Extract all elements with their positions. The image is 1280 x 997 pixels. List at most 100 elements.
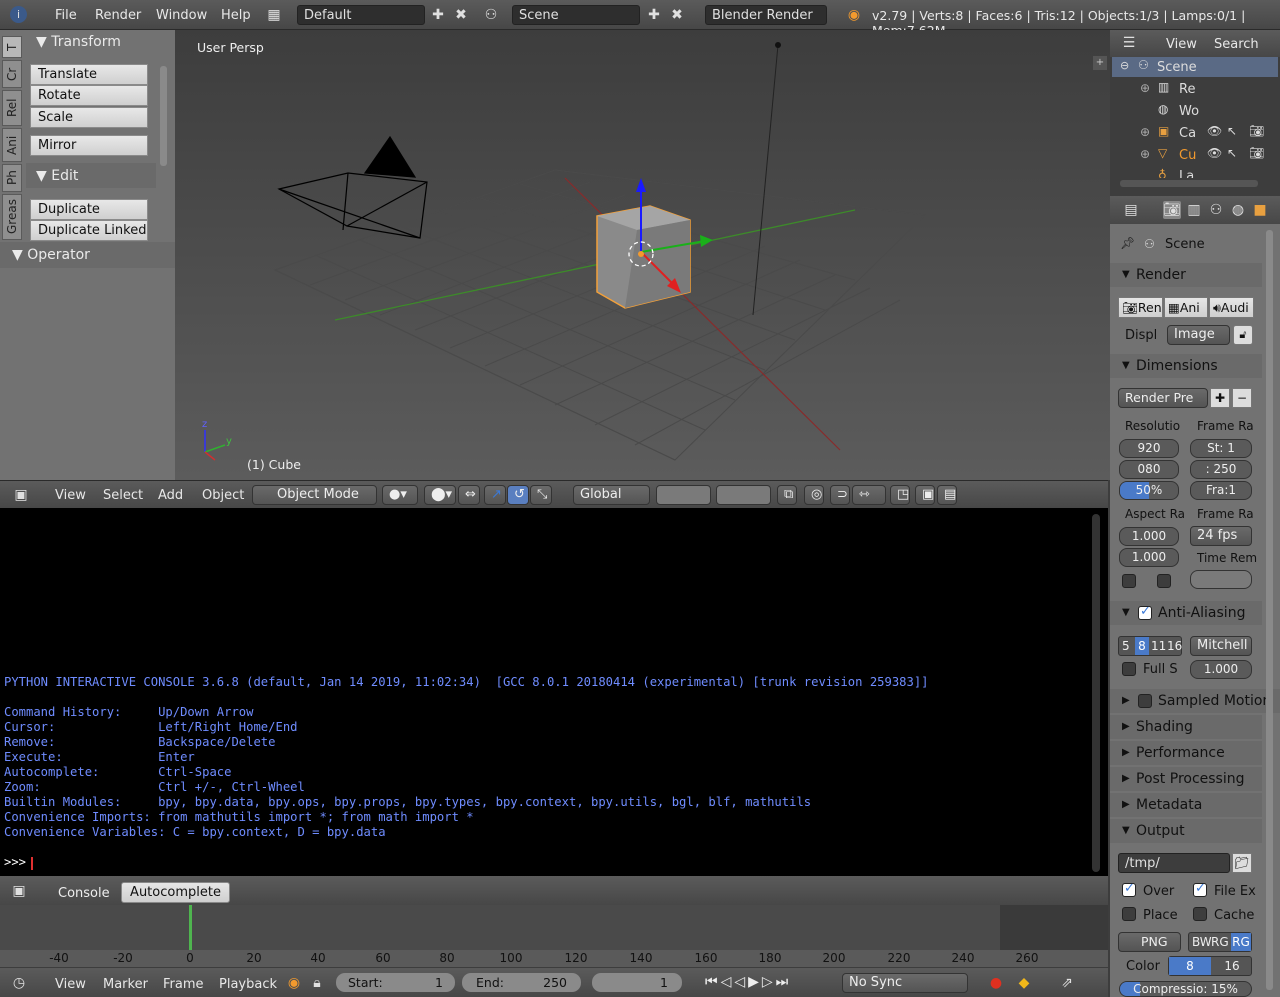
cursor-icon[interactable]: ↖: [1227, 146, 1237, 160]
keying-set-icon[interactable]: ◆: [1015, 974, 1033, 992]
crop-checkbox[interactable]: [1157, 574, 1171, 588]
outliner-scene-row[interactable]: ⊖ ⚇ Scene: [1112, 57, 1278, 77]
info-icon[interactable]: i: [10, 6, 27, 23]
scale-manipulator-icon[interactable]: ⤡: [530, 485, 552, 505]
outliner-item[interactable]: ◍ Wo: [1110, 100, 1280, 122]
metadata-panel-header[interactable]: ▶ Metadata: [1110, 793, 1262, 817]
pivot-select[interactable]: ⬤▾: [424, 485, 456, 505]
outliner-scrollbar[interactable]: [1120, 180, 1258, 187]
cache-result-checkbox[interactable]: [1193, 907, 1207, 921]
remove-layout-icon[interactable]: ✖: [452, 6, 470, 24]
translate-button[interactable]: Translate: [30, 64, 148, 85]
tab-physics[interactable]: Ph: [2, 164, 22, 192]
shading-panel-header[interactable]: ▶ Shading: [1110, 715, 1262, 739]
add-scene-icon[interactable]: ✚: [645, 6, 663, 24]
render-layers-tab-icon[interactable]: ▥: [1185, 201, 1203, 219]
properties-scrollbar[interactable]: [1266, 230, 1273, 990]
shading-select[interactable]: ●▾: [382, 485, 418, 505]
color-mode-bw[interactable]: BW: [1192, 935, 1212, 949]
render-tab-icon[interactable]: 📷︎: [1163, 201, 1181, 219]
current-frame-field[interactable]: 1: [592, 973, 682, 992]
render-animation-button[interactable]: ▦Ani: [1164, 297, 1208, 318]
output-panel-header[interactable]: ▼ Output: [1110, 819, 1262, 843]
proportional-edit-icon[interactable]: ◎: [804, 485, 824, 505]
color-depth-8[interactable]: 8: [1169, 957, 1211, 975]
rotate-button[interactable]: Rotate: [30, 85, 148, 106]
color-mode-group[interactable]: BW RG RG: [1188, 932, 1252, 952]
console-prompt[interactable]: >>>: [4, 855, 33, 869]
menu-frame[interactable]: Frame: [163, 977, 204, 992]
outliner-item[interactable]: ♁ La: [1110, 166, 1280, 178]
outliner-item[interactable]: ⊕ ▽ Cu 👁︎ ↖ 📷︎: [1110, 144, 1280, 166]
properties-editor-icon[interactable]: ▤: [1122, 201, 1140, 219]
add-layout-icon[interactable]: ✚: [429, 6, 447, 24]
python-console[interactable]: PYTHON INTERACTIVE CONSOLE 3.6.8 (defaul…: [0, 508, 1108, 876]
outliner-item[interactable]: ⊕ ▣ Ca 👁︎ ↖ 📷︎: [1110, 122, 1280, 144]
fps-select[interactable]: 24 fps: [1190, 526, 1252, 546]
aa-sample-5[interactable]: 5: [1122, 639, 1130, 653]
record-icon[interactable]: ◉: [285, 974, 303, 992]
overwrite-checkbox[interactable]: [1122, 881, 1136, 897]
sync-select[interactable]: No Sync: [842, 973, 968, 993]
cursor-icon[interactable]: ↖: [1227, 124, 1237, 138]
menu-view[interactable]: View: [55, 488, 86, 503]
edit-header[interactable]: ▼ Edit: [36, 168, 78, 184]
render-preview-icon[interactable]: ◳: [890, 485, 910, 505]
console-menu-console[interactable]: Console: [58, 886, 110, 901]
console-autocomplete-button[interactable]: Autocomplete: [121, 882, 230, 903]
end-frame-field[interactable]: End: 250: [462, 973, 581, 992]
render-lock-icon[interactable]: 🔓︎: [1233, 325, 1253, 345]
anti-aliasing-checkbox[interactable]: [1138, 604, 1152, 620]
lock-icon[interactable]: 🔒︎: [308, 974, 326, 992]
tab-animation[interactable]: Ani: [2, 128, 22, 162]
screen-layout-icon[interactable]: ▦: [265, 6, 283, 24]
mirror-button[interactable]: Mirror: [30, 135, 148, 156]
y-arrow-icon[interactable]: [700, 235, 713, 247]
color-depth-16[interactable]: 16: [1211, 957, 1253, 975]
tab-grease[interactable]: Greas: [2, 194, 22, 240]
aspect-y-field[interactable]: 1.000: [1119, 548, 1179, 567]
render-preset-select[interactable]: Render Pre: [1118, 388, 1208, 408]
outliner-menu-view[interactable]: View: [1166, 37, 1197, 52]
tab-tools[interactable]: T: [2, 36, 22, 58]
editor-type-icon[interactable]: ▣: [12, 486, 30, 504]
menu-window[interactable]: Window: [156, 8, 207, 23]
pin-icon[interactable]: 📌︎: [1120, 236, 1135, 250]
filter-size-field[interactable]: 1.000: [1190, 660, 1252, 679]
render-image-button[interactable]: 📷︎Ren: [1118, 297, 1163, 318]
eye-icon[interactable]: 👁︎: [1207, 124, 1222, 138]
current-frame-marker[interactable]: [189, 905, 192, 950]
scene-icon[interactable]: ⚇: [482, 6, 500, 24]
file-extensions-checkbox[interactable]: [1193, 881, 1207, 897]
console-scrollbar[interactable]: [1092, 514, 1100, 872]
mode-select[interactable]: Object Mode: [252, 485, 377, 505]
orientation-select[interactable]: Global: [573, 485, 650, 505]
aa-samples-group[interactable]: 5 8 11 16: [1118, 636, 1182, 656]
tool-shelf-scrollbar[interactable]: [160, 66, 167, 166]
menu-render[interactable]: Render: [95, 8, 141, 23]
opengl-anim-icon[interactable]: ▤: [937, 485, 957, 505]
frame-start-field[interactable]: St: 1: [1190, 439, 1252, 458]
start-frame-field[interactable]: Start: 1: [336, 973, 455, 992]
menu-add[interactable]: Add: [158, 488, 183, 503]
menu-tl-view[interactable]: View: [55, 977, 86, 992]
properties-toggle-icon[interactable]: +: [1093, 56, 1107, 70]
eye-icon[interactable]: 👁︎: [1207, 146, 1222, 160]
render-engine-select[interactable]: Blender Render: [705, 5, 827, 25]
color-depth-group[interactable]: 8 16: [1168, 956, 1252, 976]
sampled-motion-panel-header[interactable]: ▶ Sampled Motion: [1110, 689, 1280, 713]
compression-field[interactable]: Compressio: 15%: [1119, 981, 1252, 997]
add-preset-icon[interactable]: ✚: [1210, 388, 1230, 408]
resolution-percent-field[interactable]: 50%: [1119, 481, 1179, 500]
scene-tab-icon[interactable]: ⚇: [1207, 201, 1225, 219]
file-format-select[interactable]: PNG: [1118, 932, 1181, 952]
motion-blur-checkbox[interactable]: [1138, 694, 1152, 708]
resolution-y-field[interactable]: 080: [1119, 460, 1179, 479]
render-panel-header[interactable]: ▼ Render: [1110, 263, 1262, 287]
render-icon[interactable]: 📷︎: [1249, 146, 1264, 160]
snap-element-select[interactable]: ⇿: [852, 485, 886, 505]
layers-group-2[interactable]: [716, 485, 771, 505]
scene-field[interactable]: Scene: [512, 5, 640, 25]
resolution-x-field[interactable]: 920: [1119, 439, 1179, 458]
cube-object[interactable]: [596, 205, 691, 309]
